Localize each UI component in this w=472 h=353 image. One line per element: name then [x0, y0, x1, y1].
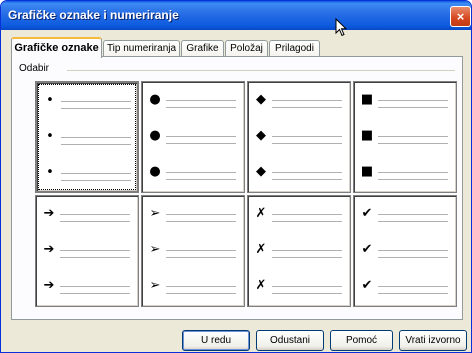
preset-row: ● — [148, 90, 240, 110]
preset-row: ● — [148, 162, 240, 182]
close-icon: × — [456, 9, 465, 24]
dialog-window: Grafičke oznake i numeriranje × Grafičke… — [0, 0, 472, 353]
cancel-button[interactable]: Odustani — [256, 330, 324, 351]
bullet-preset-6[interactable]: ➢ ➢ ➢ — [141, 195, 245, 307]
help-button[interactable]: Pomoć — [330, 330, 393, 351]
arrowhead-bullet-icon: ➢ — [149, 278, 161, 293]
small-bullet-icon: • — [46, 93, 54, 108]
cross-bullet-icon: ✗ — [255, 206, 267, 221]
dialog-title: Grafičke oznake i numeriranje — [8, 8, 179, 22]
group-divider — [67, 70, 455, 71]
tab-prilagodi[interactable]: Prilagodi — [269, 40, 320, 57]
tab-panel: Odabir • • • ● ● ● ◆ ◆ ◆ ■ ■ ■ ➔ ➔ ➔ ➢ ➢… — [11, 56, 463, 320]
preset-row: ◆ — [254, 162, 346, 182]
preset-row: ◆ — [254, 126, 346, 146]
small-bullet-icon: • — [46, 129, 54, 144]
bullet-preset-8[interactable]: ✔ ✔ ✔ — [353, 195, 457, 307]
bullet-preset-4[interactable]: ■ ■ ■ — [353, 81, 457, 193]
checkmark-bullet-icon: ✔ — [361, 278, 373, 293]
arrowhead-bullet-icon: ➢ — [149, 242, 161, 257]
group-label-odabir: Odabir — [19, 63, 53, 74]
diamond-bullet-icon: ◆ — [256, 164, 266, 179]
preset-row: ➔ — [42, 276, 134, 296]
preset-row: ➔ — [42, 240, 134, 260]
square-bullet-icon: ■ — [360, 128, 374, 143]
bullet-preset-grid: • • • ● ● ● ◆ ◆ ◆ ■ ■ ■ ➔ ➔ ➔ ➢ ➢ ➢ ✗ ✗ … — [35, 81, 457, 307]
bullet-preset-7[interactable]: ✗ ✗ ✗ — [247, 195, 351, 307]
bullet-preset-5[interactable]: ➔ ➔ ➔ — [35, 195, 139, 307]
preset-row: ➢ — [148, 276, 240, 296]
preset-row: ■ — [360, 126, 452, 146]
small-bullet-icon: • — [46, 165, 54, 180]
dialog-button-bar: U redu Odustani Pomoć Vrati izvorno — [1, 330, 471, 352]
tab-tip-numeriranja[interactable]: Tip numeriranja — [103, 40, 180, 57]
cross-bullet-icon: ✗ — [255, 242, 267, 257]
reset-button[interactable]: Vrati izvorno — [399, 330, 467, 351]
preset-row: ✔ — [360, 240, 452, 260]
arrow-bullet-icon: ➔ — [43, 206, 55, 221]
bullet-preset-2[interactable]: ● ● ● — [141, 81, 245, 193]
preset-row: • — [43, 127, 135, 147]
preset-row: ✗ — [254, 204, 346, 224]
preset-row: ■ — [360, 162, 452, 182]
arrowhead-bullet-icon: ➢ — [149, 206, 161, 221]
large-bullet-icon: ● — [149, 128, 161, 143]
tab-grafike[interactable]: Grafike — [181, 40, 224, 57]
preset-row: ➔ — [42, 204, 134, 224]
close-button[interactable]: × — [450, 6, 471, 27]
diamond-bullet-icon: ◆ — [256, 128, 266, 143]
mouse-pointer-icon — [335, 18, 348, 37]
preset-row: ✗ — [254, 240, 346, 260]
diamond-bullet-icon: ◆ — [256, 92, 266, 107]
preset-row: ✔ — [360, 204, 452, 224]
tab-polozaj[interactable]: Položaj — [225, 40, 268, 57]
preset-row: ✔ — [360, 276, 452, 296]
large-bullet-icon: ● — [149, 92, 161, 107]
preset-row: ◆ — [254, 90, 346, 110]
preset-row: ● — [148, 126, 240, 146]
cross-bullet-icon: ✗ — [255, 278, 267, 293]
square-bullet-icon: ■ — [360, 164, 374, 179]
bullet-preset-3[interactable]: ◆ ◆ ◆ — [247, 81, 351, 193]
preset-row: ■ — [360, 90, 452, 110]
arrow-bullet-icon: ➔ — [43, 242, 55, 257]
tab-graficke-oznake[interactable]: Grafičke oznake — [11, 37, 102, 58]
ok-button[interactable]: U redu — [182, 330, 250, 351]
checkmark-bullet-icon: ✔ — [361, 206, 373, 221]
preset-row: ➢ — [148, 204, 240, 224]
preset-row: • — [43, 91, 135, 111]
preset-row: ✗ — [254, 276, 346, 296]
preset-row: • — [43, 163, 135, 183]
arrow-bullet-icon: ➔ — [43, 278, 55, 293]
large-bullet-icon: ● — [149, 164, 161, 179]
checkmark-bullet-icon: ✔ — [361, 242, 373, 257]
bullet-preset-1[interactable]: • • • — [35, 81, 139, 193]
preset-row: ➢ — [148, 240, 240, 260]
square-bullet-icon: ■ — [360, 92, 374, 107]
title-bar[interactable]: Grafičke oznake i numeriranje × — [1, 1, 471, 30]
